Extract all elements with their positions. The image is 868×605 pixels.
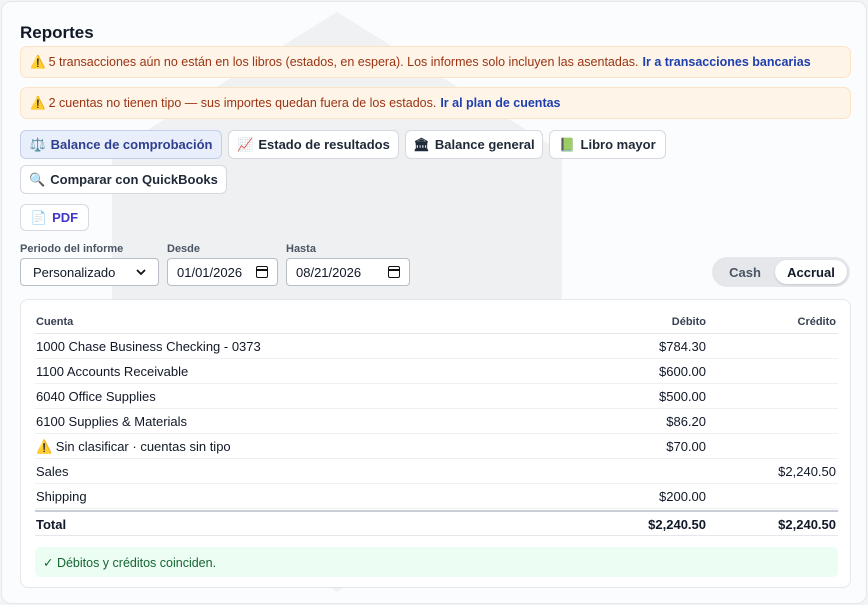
table-header: Cuenta Débito Crédito xyxy=(35,314,838,334)
tab-income-statement[interactable]: 📈 Estado de resultados xyxy=(228,130,399,159)
unposted-transactions-alert: ⚠️ 5 transacciones aún no están en los l… xyxy=(20,46,851,78)
tab-compare-quickbooks[interactable]: 🔍 Comparar con QuickBooks xyxy=(20,165,227,194)
untyped-accounts-alert: ⚠️ 2 cuentas no tienen tipo — sus import… xyxy=(20,87,851,119)
from-date-input[interactable]: 01/01/2026 xyxy=(167,258,278,286)
table-row: 6040 Office Supplies $500.00 xyxy=(35,384,838,409)
balanced-status-message: ✓ Débitos y créditos coinciden. xyxy=(35,547,838,577)
to-label: Hasta xyxy=(286,243,316,255)
tab-balance-sheet[interactable]: 🏛 Balance general xyxy=(405,130,543,159)
calendar-icon[interactable] xyxy=(388,266,400,278)
alert-text: 2 cuentas no tienen tipo — sus importes … xyxy=(48,96,437,110)
bank-icon: 🏛 xyxy=(413,136,430,152)
tab-trial-balance[interactable]: ⚖️ Balance de comprobación xyxy=(20,130,222,159)
warning-icon: ⚠️ xyxy=(30,95,46,110)
balance-scale-icon: ⚖️ xyxy=(29,136,46,152)
chart-of-accounts-link[interactable]: Ir al plan de cuentas xyxy=(440,96,560,110)
accrual-option[interactable]: Accrual xyxy=(775,260,847,284)
table-row: 1000 Chase Business Checking - 0373 $784… xyxy=(35,334,838,359)
table-row: ⚠️ Sin clasificar · cuentas sin tipo $70… xyxy=(35,434,838,459)
accounting-basis-toggle: Cash Accrual xyxy=(712,257,850,287)
table-row: Shipping $200.00 xyxy=(35,484,838,509)
alert-text: 5 transacciones aún no están en los libr… xyxy=(48,55,639,69)
credit-column-header: Crédito xyxy=(797,316,837,328)
to-date-input[interactable]: 08/21/2026 xyxy=(286,258,410,286)
pdf-button[interactable]: 📄 PDF xyxy=(20,204,89,231)
document-icon: 📄 xyxy=(30,209,48,225)
tab-general-ledger[interactable]: 📗 Libro mayor xyxy=(549,130,666,159)
calendar-icon[interactable] xyxy=(256,266,268,278)
period-label: Periodo del informe xyxy=(20,243,124,255)
warning-icon: ⚠️ xyxy=(30,54,46,69)
cash-option[interactable]: Cash xyxy=(716,260,774,284)
total-row: Total $2,240.50 $2,240.50 xyxy=(35,510,838,536)
table-row: 6100 Supplies & Materials $86.20 xyxy=(35,409,838,434)
chevron-down-icon xyxy=(136,268,146,275)
trial-balance-table: Cuenta Débito Crédito 1000 Chase Busines… xyxy=(20,299,851,588)
debit-column-header: Débito xyxy=(671,316,706,328)
page-title: Reportes xyxy=(20,23,94,42)
from-label: Desde xyxy=(167,243,201,255)
account-column-header: Cuenta xyxy=(36,316,74,328)
table-row: Sales $2,240.50 xyxy=(35,459,838,484)
bank-transactions-link[interactable]: Ir a transacciones bancarias xyxy=(643,55,811,69)
table-row: 1100 Accounts Receivable $600.00 xyxy=(35,359,838,384)
reports-panel: Reportes ⚠️ 5 transacciones aún no están… xyxy=(1,1,867,604)
magnifier-icon: 🔍 xyxy=(29,171,46,187)
period-select[interactable]: Personalizado xyxy=(20,258,159,286)
green-book-icon: 📗 xyxy=(559,136,576,152)
chart-up-icon: 📈 xyxy=(237,136,254,152)
